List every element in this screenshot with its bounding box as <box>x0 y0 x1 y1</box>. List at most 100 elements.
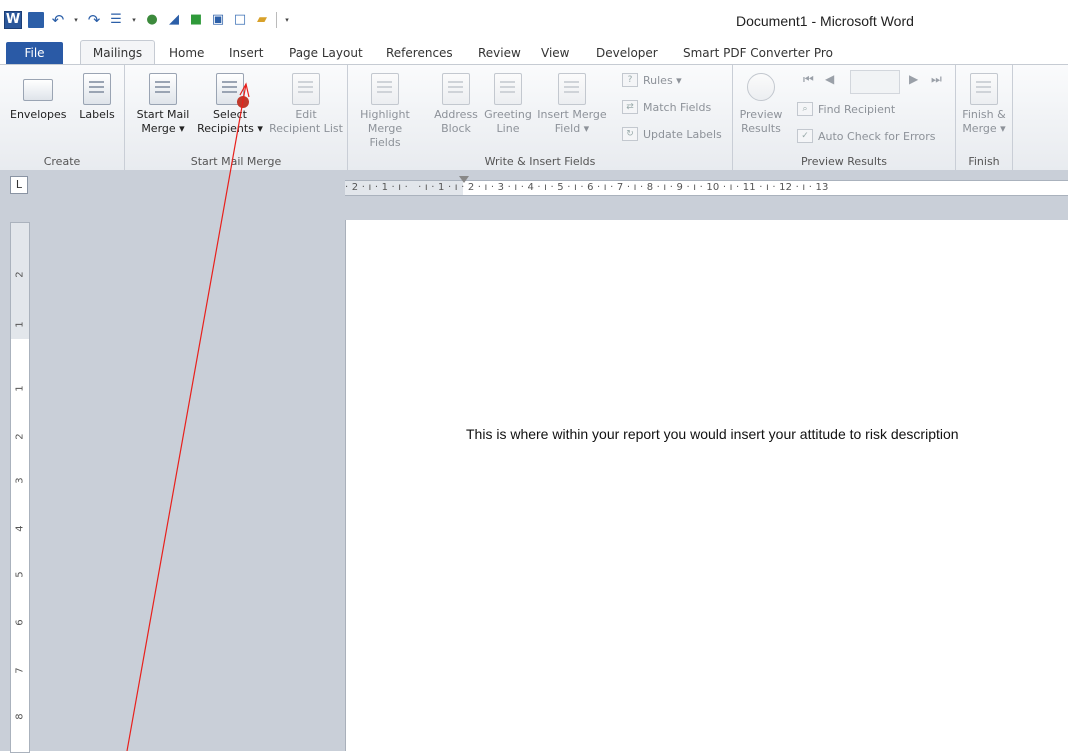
start-mail-merge-label: Start Mail <box>136 108 190 121</box>
tab-page-layout[interactable]: Page Layout <box>289 42 363 64</box>
highlight-merge-fields-button[interactable]: Highlight Merge Fields <box>352 73 418 150</box>
vruler-num: 5 <box>14 571 26 578</box>
word-logo-icon[interactable]: W <box>4 11 22 29</box>
auto-check-errors-button[interactable]: ✓ Auto Check for Errors <box>797 129 936 143</box>
tab-review[interactable]: Review <box>478 42 521 64</box>
group-title-create: Create <box>43 155 81 168</box>
vertical-ruler-body <box>11 339 29 752</box>
preview-label: Preview <box>739 108 783 121</box>
toolbar-separator <box>276 12 277 28</box>
address-block-icon <box>442 73 470 105</box>
group-create: Envelopes Labels Create <box>0 65 125 170</box>
tab-references[interactable]: References <box>386 42 453 64</box>
first-record-icon[interactable]: ⏮ <box>803 72 814 87</box>
update-labels-button[interactable]: ↻ Update Labels <box>622 127 722 141</box>
finish-merge-button[interactable]: Finish & Merge ▾ <box>959 73 1009 136</box>
last-record-icon[interactable]: ⏭ <box>931 72 942 87</box>
highlight-label: Highlight <box>360 108 410 121</box>
tab-smart-pdf[interactable]: Smart PDF Converter Pro <box>683 42 833 64</box>
match-fields-icon: ⇄ <box>622 100 638 114</box>
group-start-mail-merge: Start Mail Merge ▾ Select Recipients ▾ E… <box>125 65 348 170</box>
greeting-label: Greeting <box>484 108 532 121</box>
highlight-fields-icon <box>371 73 399 105</box>
tab-mailings[interactable]: Mailings <box>80 40 155 65</box>
window-title: Document1 - Microsoft Word <box>736 13 914 29</box>
rules-icon: ? <box>622 73 638 87</box>
ruler-numbers: · 2 · ı · 1 · ı · · ı · 1 · ı · 2 · ı · … <box>345 182 829 193</box>
save-icon[interactable] <box>28 12 44 28</box>
tab-insert[interactable]: Insert <box>229 42 263 64</box>
greeting-label-2: Line <box>496 122 520 135</box>
open-folder-icon[interactable]: ▰ <box>254 12 270 28</box>
next-record-icon[interactable]: ▶ <box>909 72 918 86</box>
group-title-preview: Preview Results <box>800 155 888 168</box>
people-icon[interactable]: ● <box>144 12 160 28</box>
document-text[interactable]: This is where within your report you wou… <box>466 426 959 442</box>
labels-label: Labels <box>79 108 115 121</box>
match-fields-button[interactable]: ⇄ Match Fields <box>622 100 711 114</box>
find-recipient-button[interactable]: ⌕ Find Recipient <box>797 102 895 116</box>
select-recipients-button[interactable]: Select Recipients ▾ <box>195 73 265 136</box>
tab-file[interactable]: File <box>6 42 63 64</box>
vruler-num: 7 <box>14 667 26 674</box>
greeting-line-icon <box>494 73 522 105</box>
highlight-label-2: Merge Fields <box>367 122 403 149</box>
tab-developer[interactable]: Developer <box>596 42 658 64</box>
new-document-icon[interactable]: □ <box>232 12 248 28</box>
horizontal-ruler[interactable]: · 2 · ı · 1 · ı · · ı · 1 · ı · 2 · ı · … <box>345 180 1068 196</box>
find-recipient-label: Find Recipient <box>818 102 896 116</box>
group-title-start-mail-merge: Start Mail Merge <box>190 155 282 168</box>
vruler-num: 2 <box>14 433 26 440</box>
recipients-badge-icon <box>237 96 249 108</box>
select-recipients-label-2: Recipients ▾ <box>197 122 263 135</box>
rules-button[interactable]: ? Rules ▾ <box>622 73 682 87</box>
update-labels-icon: ↻ <box>622 127 638 141</box>
envelopes-button[interactable]: Envelopes <box>10 73 67 122</box>
customize-toolbar-icon[interactable]: ▾ <box>283 12 291 28</box>
find-recipient-icon: ⌕ <box>797 102 813 116</box>
labels-button[interactable]: Labels <box>76 73 118 122</box>
envelope-icon <box>22 79 53 101</box>
quick-access-toolbar: W ↶ ▾ ↷ ☰ ▾ ● ◢ ■ ▣ □ ▰ ▾ <box>4 8 291 32</box>
finish-merge-icon <box>970 73 998 105</box>
undo-icon[interactable]: ↶ <box>50 12 66 28</box>
start-mail-merge-label-2: Merge ▾ <box>141 122 185 135</box>
bullets-dropdown-icon[interactable]: ▾ <box>130 12 138 28</box>
greeting-line-button[interactable]: Greeting Line <box>482 73 534 136</box>
tab-home[interactable]: Home <box>169 42 204 64</box>
preview-label-2: Results <box>741 122 781 135</box>
undo-dropdown-icon[interactable]: ▾ <box>72 12 80 28</box>
address-block-button[interactable]: Address Block <box>432 73 480 136</box>
bullets-icon[interactable]: ☰ <box>108 12 124 28</box>
ruler-bar: L · 2 · ı · 1 · ı · · ı · 1 · ı · 2 · ı … <box>0 170 1068 200</box>
insert-field-label-2: Field ▾ <box>554 122 590 135</box>
previous-record-icon[interactable]: ◀ <box>825 72 834 86</box>
vruler-num: 8 <box>14 713 26 720</box>
preview-results-button[interactable]: Preview Results <box>737 73 785 136</box>
print-preview-icon[interactable]: ▣ <box>210 12 226 28</box>
edit-list-icon <box>292 73 320 105</box>
vruler-num: 3 <box>14 477 26 484</box>
document-merge-icon <box>149 73 177 105</box>
vertical-ruler[interactable]: 2 1 1 2 3 4 5 6 7 8 <box>10 222 30 753</box>
edit-recipient-label: Edit <box>295 108 317 121</box>
document-page[interactable]: This is where within your report you wou… <box>346 220 1068 751</box>
insert-merge-field-button[interactable]: Insert Merge Field ▾ <box>537 73 607 136</box>
record-number-input[interactable] <box>850 70 900 94</box>
edit-recipient-list-button[interactable]: Edit Recipient List <box>267 73 345 136</box>
group-write-insert-fields: Highlight Merge Fields Address Block Gre… <box>348 65 733 170</box>
vruler-num: 2 <box>14 271 26 278</box>
check-errors-icon: ✓ <box>797 129 813 143</box>
send-icon[interactable]: ◢ <box>166 12 182 28</box>
ribbon-tabs: File Mailings Home Insert Page Layout Re… <box>0 40 1068 65</box>
first-line-indent-marker[interactable] <box>459 176 469 183</box>
tab-selector[interactable]: L <box>10 176 28 194</box>
book-icon[interactable]: ■ <box>188 12 204 28</box>
start-mail-merge-button[interactable]: Start Mail Merge ▾ <box>133 73 193 136</box>
envelopes-label: Envelopes <box>10 108 67 121</box>
tab-view[interactable]: View <box>541 42 569 64</box>
group-title-write-insert: Write & Insert Fields <box>484 155 596 168</box>
group-title-finish: Finish <box>968 155 1000 168</box>
redo-icon[interactable]: ↷ <box>86 12 102 28</box>
labels-icon <box>83 73 111 105</box>
